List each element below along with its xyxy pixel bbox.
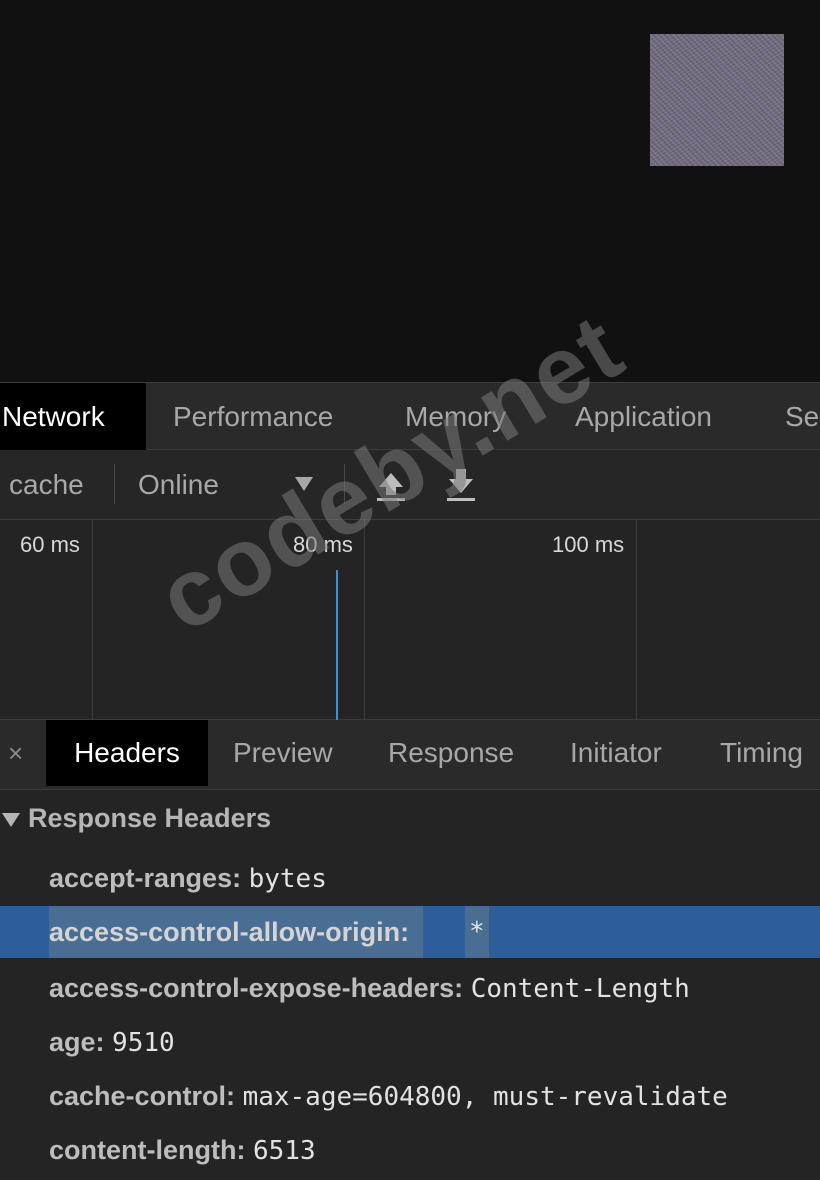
header-row[interactable]: accept-ranges: bytes — [0, 852, 820, 904]
header-value: max-age=604800, must-revalidate — [242, 1082, 728, 1112]
tab-performance[interactable]: Performance — [173, 383, 333, 450]
header-value: bytes — [248, 864, 327, 894]
tab-security[interactable]: Se — [785, 383, 819, 450]
header-name: accept-ranges: — [49, 863, 242, 893]
tab-timing[interactable]: Timing — [720, 720, 803, 786]
throttling-select[interactable]: Online — [138, 450, 219, 520]
tick-label-100ms: 100 ms — [552, 532, 625, 557]
page-viewport — [0, 0, 820, 382]
header-name: access-control-allow-origin: — [49, 917, 410, 947]
tick-label-60ms: 60 ms — [20, 532, 80, 557]
network-toolbar: cache Online — [0, 450, 820, 520]
triangle-down-icon[interactable] — [294, 476, 314, 492]
grid-line — [636, 520, 637, 720]
header-name: cache-control: — [49, 1081, 236, 1111]
response-headers-section[interactable]: Response Headers — [0, 790, 271, 846]
tab-preview[interactable]: Preview — [233, 720, 333, 786]
export-har-icon[interactable] — [446, 467, 476, 503]
toolbar-divider — [114, 464, 115, 504]
tab-response[interactable]: Response — [388, 720, 514, 786]
import-har-icon[interactable] — [376, 467, 406, 503]
devtools-screen: Network Performance Memory Application S… — [0, 0, 820, 1180]
header-value: 9510 — [112, 1028, 175, 1058]
request-detail-tabs: × Headers Preview Response Initiator Tim… — [0, 720, 820, 790]
header-row[interactable]: cache-control: max-age=604800, must-reva… — [0, 1070, 820, 1122]
header-value: * — [465, 906, 489, 958]
tick-label-80ms: 80 ms — [293, 532, 353, 557]
noise-image — [650, 34, 784, 166]
header-row[interactable]: age: 9510 — [0, 1016, 820, 1068]
section-title: Response Headers — [28, 803, 272, 833]
grid-line — [92, 520, 93, 720]
tab-headers[interactable]: Headers — [46, 720, 208, 786]
toolbar-divider — [344, 464, 345, 504]
close-icon[interactable]: × — [8, 720, 23, 786]
grid-line — [364, 520, 365, 720]
tab-initiator[interactable]: Initiator — [570, 720, 662, 786]
header-name: content-length: — [49, 1135, 246, 1165]
network-overview-timeline[interactable]: 60 ms 80 ms 100 ms — [0, 520, 820, 720]
header-row[interactable]: access-control-expose-headers: Content-L… — [0, 962, 820, 1014]
tab-memory[interactable]: Memory — [405, 383, 506, 450]
disable-cache-label[interactable]: cache — [9, 450, 84, 520]
domcontentloaded-marker — [336, 570, 338, 720]
devtools-main-tabbar: Network Performance Memory Application S… — [0, 382, 820, 450]
header-row-selected[interactable]: access-control-allow-origin: * — [0, 906, 820, 958]
headers-panel: Response Headers accept-ranges: bytes ac… — [0, 790, 820, 1180]
header-row[interactable]: content-length: 6513 — [0, 1124, 820, 1176]
header-name: age: — [49, 1027, 105, 1057]
header-value: Content-Length — [470, 974, 690, 1004]
header-value: 6513 — [252, 1136, 316, 1166]
tab-network[interactable]: Network — [0, 383, 146, 450]
header-name: access-control-expose-headers: — [49, 973, 464, 1003]
expand-triangle-icon[interactable] — [2, 812, 20, 827]
tab-application[interactable]: Application — [575, 383, 712, 450]
